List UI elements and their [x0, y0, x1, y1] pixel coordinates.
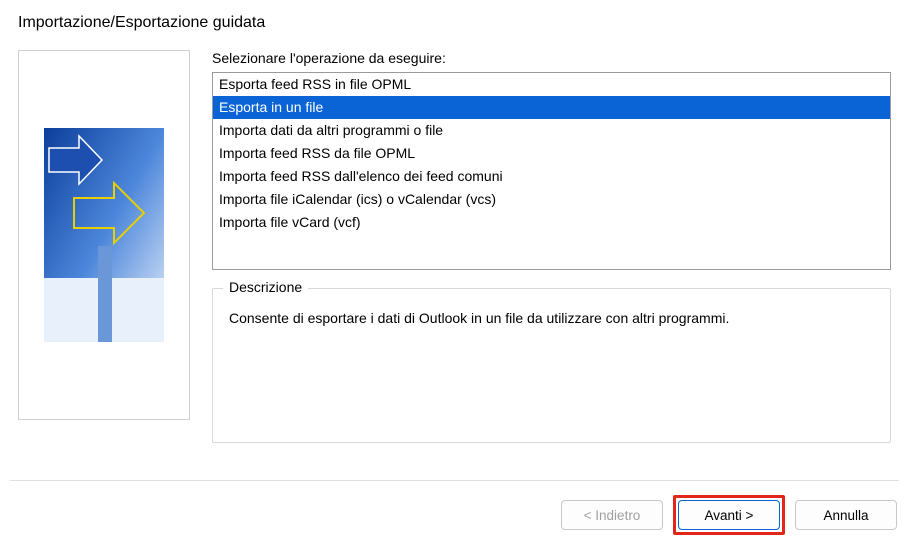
next-button-highlight: Avanti > — [673, 495, 785, 535]
description-group: Descrizione Consente di esportare i dati… — [212, 288, 891, 443]
operation-list-item[interactable]: Importa feed RSS dall'elenco dei feed co… — [213, 165, 890, 188]
operation-listbox[interactable]: Esporta feed RSS in file OPMLEsporta in … — [212, 72, 891, 270]
back-button[interactable]: < Indietro — [561, 500, 663, 530]
operation-list-item[interactable]: Importa feed RSS da file OPML — [213, 142, 890, 165]
wizard-image-panel — [18, 50, 190, 420]
operation-list-item[interactable]: Importa file vCard (vcf) — [213, 211, 890, 234]
cancel-button[interactable]: Annulla — [795, 500, 897, 530]
operation-list-item[interactable]: Importa file iCalendar (ics) o vCalendar… — [213, 188, 890, 211]
description-legend: Descrizione — [223, 279, 308, 295]
dialog-content: Selezionare l'operazione da eseguire: Es… — [0, 40, 909, 462]
next-button[interactable]: Avanti > — [678, 500, 780, 530]
description-text: Consente di esportare i dati di Outlook … — [229, 309, 874, 329]
operation-list-label: Selezionare l'operazione da eseguire: — [212, 50, 891, 66]
operation-list-item[interactable]: Importa dati da altri programmi o file — [213, 119, 890, 142]
operation-list-item[interactable]: Esporta feed RSS in file OPML — [213, 73, 890, 96]
wizard-button-row: < Indietro Avanti > Annulla — [0, 481, 909, 549]
wizard-arrows-icon — [44, 128, 164, 342]
dialog-title: Importazione/Esportazione guidata — [0, 0, 909, 40]
wizard-main-panel: Selezionare l'operazione da eseguire: Es… — [212, 50, 891, 462]
operation-list-item[interactable]: Esporta in un file — [213, 96, 890, 119]
import-export-wizard-dialog: Importazione/Esportazione guidata — [0, 0, 909, 549]
